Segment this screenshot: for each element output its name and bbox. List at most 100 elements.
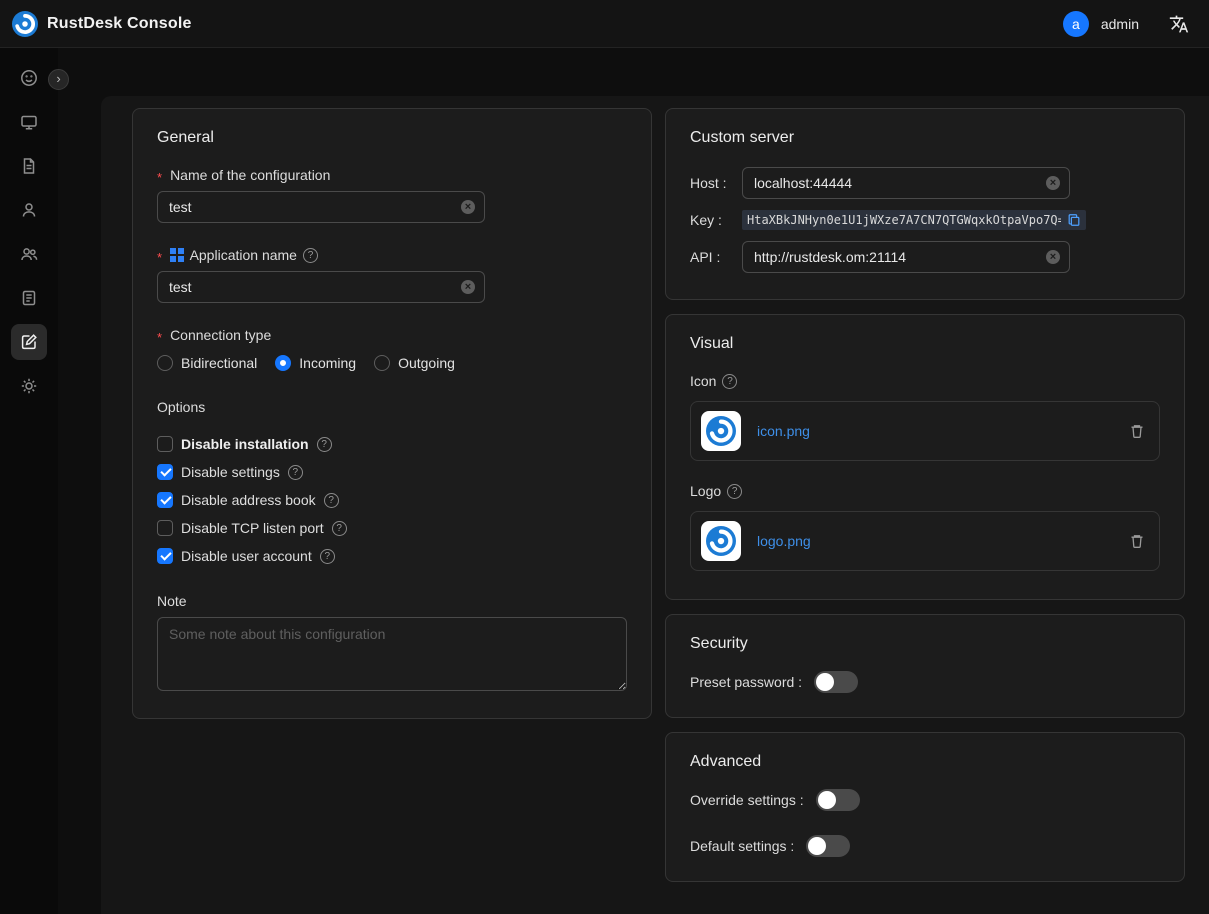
default-settings-label: Default settings : [690,838,794,854]
key-label: Key : [690,212,742,228]
app-header: RustDesk Console a admin [0,0,1209,48]
icon-file-row: icon.png [690,401,1160,461]
windows-icon [170,248,184,262]
gear-icon [19,376,39,396]
users-icon [19,244,39,264]
sidebar-item-groups[interactable] [11,236,47,272]
checkbox-disable-address-book[interactable]: Disable address book ? [157,489,627,511]
checkbox-disable-settings[interactable]: Disable settings ? [157,461,627,483]
clear-icon[interactable]: × [1046,176,1060,190]
radio-incoming[interactable]: Incoming [275,355,356,371]
brand: RustDesk Console [12,11,192,37]
smiley-icon [19,68,39,88]
radio-outgoing[interactable]: Outgoing [374,355,455,371]
note-label: Note [157,593,187,609]
sidebar-item-logs[interactable] [11,280,47,316]
help-icon[interactable]: ? [727,484,742,499]
app-name-label: Application name [190,247,297,263]
options-checkbox-list: Disable installation ? Disable settings … [157,433,627,567]
general-title: General [157,129,627,147]
options-label: Options [157,399,627,415]
radio-circle[interactable] [374,355,390,371]
general-card: General * Name of the configuration × [132,108,652,719]
sidebar-item-documents[interactable] [11,148,47,184]
avatar[interactable]: a [1063,11,1089,37]
app-name-input-field[interactable] [169,279,456,295]
preset-password-toggle[interactable] [814,671,858,693]
advanced-card: Advanced Override settings : Default set… [665,732,1185,882]
key-value: HtaXBkJNHyn0e1U1jWXze7A7CN7QTGWqxkOtpaVp… [747,213,1061,227]
copy-icon[interactable] [1067,213,1081,227]
help-icon[interactable]: ? [722,374,737,389]
help-icon[interactable]: ? [317,437,332,452]
preset-password-label: Preset password : [690,674,802,690]
sidebar-item-home[interactable] [11,60,47,96]
checkbox-disable-user-account[interactable]: Disable user account ? [157,545,627,567]
radio-bidirectional[interactable]: Bidirectional [157,355,257,371]
notebook-icon [19,288,39,308]
help-icon[interactable]: ? [324,493,339,508]
api-input[interactable]: × [742,241,1070,273]
checkbox-disable-installation[interactable]: Disable installation ? [157,433,627,455]
help-icon[interactable]: ? [288,465,303,480]
required-mark: * [157,170,162,185]
connection-type-label: Connection type [170,327,271,343]
note-textarea[interactable] [157,617,627,691]
help-icon[interactable]: ? [303,248,318,263]
monitor-icon [19,112,39,132]
username[interactable]: admin [1101,16,1139,32]
default-settings-toggle[interactable] [806,835,850,857]
required-mark: * [157,330,162,345]
sidebar-item-devices[interactable] [11,104,47,140]
override-settings-label: Override settings : [690,792,804,808]
override-settings-toggle[interactable] [816,789,860,811]
name-config-label: Name of the configuration [170,167,330,183]
api-input-field[interactable] [754,249,1041,265]
icon-filename-link[interactable]: icon.png [757,423,1113,439]
sidebar-item-users[interactable] [11,192,47,228]
main-area: General * Name of the configuration × [58,48,1209,914]
name-config-input-field[interactable] [169,199,456,215]
sidebar-item-settings[interactable] [11,368,47,404]
host-input[interactable]: × [742,167,1070,199]
delete-icon[interactable] [1129,533,1145,549]
checkbox-box[interactable] [157,436,173,452]
app-title: RustDesk Console [47,15,192,33]
custom-server-title: Custom server [690,129,1160,147]
security-title: Security [690,635,1160,653]
document-icon [19,156,39,176]
sidebar-expand-button[interactable]: › [48,69,69,90]
sidebar-item-custom-clients[interactable] [11,324,47,360]
app-name-input[interactable]: × [157,271,485,303]
help-icon[interactable]: ? [332,521,347,536]
logo-preview [701,521,741,561]
checkbox-box[interactable] [157,464,173,480]
user-icon [19,200,39,220]
clear-icon[interactable]: × [461,200,475,214]
icon-label: Icon [690,373,716,389]
custom-server-card: Custom server Host : × Key : HtaXBkJNHyn… [665,108,1185,300]
checkbox-box[interactable] [157,492,173,508]
clear-icon[interactable]: × [1046,250,1060,264]
advanced-title: Advanced [690,753,1160,771]
clear-icon[interactable]: × [461,280,475,294]
host-input-field[interactable] [754,175,1041,191]
content-wrapper: General * Name of the configuration × [101,96,1209,914]
logo-filename-link[interactable]: logo.png [757,533,1113,549]
logo-file-row: logo.png [690,511,1160,571]
checkbox-box[interactable] [157,548,173,564]
checkbox-disable-tcp-listen-port[interactable]: Disable TCP listen port ? [157,517,627,539]
radio-circle[interactable] [157,355,173,371]
delete-icon[interactable] [1129,423,1145,439]
security-card: Security Preset password : [665,614,1185,718]
connection-type-group: Bidirectional Incoming Outgoing [157,355,627,371]
help-icon[interactable]: ? [320,549,335,564]
visual-card: Visual Icon ? icon.png [665,314,1185,600]
visual-title: Visual [690,335,1160,353]
icon-preview [701,411,741,451]
logo-label: Logo [690,483,721,499]
translate-icon[interactable] [1169,14,1189,34]
name-config-input[interactable]: × [157,191,485,223]
checkbox-box[interactable] [157,520,173,536]
radio-circle[interactable] [275,355,291,371]
